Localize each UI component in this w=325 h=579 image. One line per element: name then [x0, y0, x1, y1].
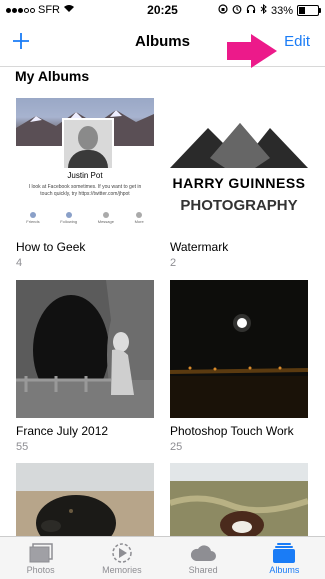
profile-name: Justin Pot [67, 171, 103, 180]
album-title[interactable]: Watermark [170, 240, 228, 254]
album-title[interactable]: How to Geek [16, 240, 85, 254]
cave-photo [16, 280, 154, 418]
photos-icon [0, 541, 81, 565]
tab-shared-label: Shared [188, 565, 218, 575]
battery-icon [297, 5, 321, 16]
tab-bar: Photos Memories Shared Albums [0, 536, 325, 579]
cloud-icon [163, 541, 244, 565]
profile-tab-message: Message [98, 210, 114, 230]
status-right: 33% [218, 3, 321, 17]
album-count: 4 [16, 257, 23, 269]
profile-bio: I look at Facebook sometimes. If you wan… [28, 184, 142, 197]
album-count: 55 [16, 441, 29, 453]
section-title: My Albums [15, 68, 90, 84]
tab-photos[interactable]: Photos [0, 537, 81, 579]
avatar [62, 118, 114, 170]
mountains-logo-icon [170, 123, 308, 168]
navigation-bar: Albums Edit [0, 20, 325, 68]
album-count: 2 [170, 257, 177, 269]
profile-tabs: Friends Following Message More [16, 210, 154, 230]
dog-beach-photo [16, 463, 154, 536]
album-thumbnail-how-to-geek[interactable]: Justin Pot I look at Facebook sometimes.… [16, 98, 154, 236]
alarm-icon [232, 4, 242, 17]
annotation-arrow-icon [227, 34, 277, 68]
lock-rotation-icon [218, 4, 228, 17]
album-thumbnail-watermark[interactable]: HARRY GUINNESS PHOTOGRAPHY [170, 98, 308, 236]
profile-tab-following: Following [60, 210, 77, 230]
tab-memories[interactable]: Memories [81, 537, 162, 579]
status-bar: SFR 20:25 33% [0, 0, 325, 20]
album-thumbnail-5[interactable] [16, 463, 154, 536]
headphones-icon [246, 4, 256, 17]
tab-memories-label: Memories [102, 565, 142, 575]
albums-icon [244, 541, 325, 565]
album-thumbnail-photoshop-touch-work[interactable] [170, 280, 308, 418]
tab-albums-label: Albums [269, 565, 300, 575]
profile-tab-friends: Friends [26, 210, 40, 230]
album-count: 25 [170, 441, 183, 453]
tab-albums[interactable]: Albums [244, 537, 325, 579]
profile-tab-more: More [135, 210, 144, 230]
watermark-line-2: PHOTOGRAPHY [180, 197, 298, 214]
tab-photos-label: Photos [26, 565, 55, 575]
album-thumbnail-france-july-2012[interactable] [16, 280, 154, 418]
memories-icon [81, 541, 162, 565]
battery-percent: 33% [270, 4, 293, 17]
edit-button[interactable]: Edit [284, 33, 310, 50]
album-title[interactable]: France July 2012 [16, 424, 108, 438]
bluetooth-icon [260, 3, 267, 17]
album-title[interactable]: Photoshop Touch Work [170, 424, 294, 438]
night-photo [170, 280, 308, 418]
tab-shared[interactable]: Shared [163, 537, 244, 579]
dog-field-photo [170, 463, 308, 536]
watermark-line-1: HARRY GUINNESS [172, 175, 306, 191]
album-thumbnail-6[interactable] [170, 463, 308, 536]
